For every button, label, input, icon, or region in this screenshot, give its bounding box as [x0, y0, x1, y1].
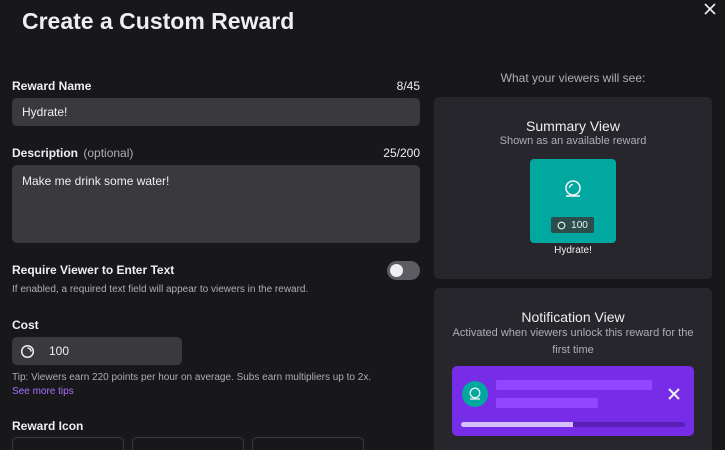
- cost-label: Cost: [12, 318, 39, 332]
- icon-upload-slot[interactable]: [252, 437, 364, 450]
- reward-name-counter: 8/45: [396, 79, 420, 93]
- summary-view-subtitle: Shown as an available reward: [499, 135, 647, 147]
- channel-points-icon: [557, 221, 566, 229]
- description-textarea[interactable]: Make me drink some water!: [12, 165, 420, 243]
- close-button[interactable]: [703, 2, 717, 16]
- reward-name-label: Reward Name: [12, 79, 92, 93]
- require-text-help: If enabled, a required text field will a…: [12, 284, 309, 295]
- description-label: Description (optional): [12, 146, 134, 160]
- notification-placeholder-line: [496, 380, 652, 390]
- close-icon: [704, 3, 716, 15]
- notification-view-title: Notification View: [521, 309, 625, 325]
- require-text-toggle[interactable]: [387, 261, 420, 280]
- cost-value: 100: [49, 344, 70, 358]
- optional-label: (optional): [83, 146, 134, 160]
- description-counter: 25/200: [383, 146, 420, 160]
- summary-view-panel: Summary View Shown as an available rewar…: [434, 97, 712, 279]
- see-more-tips-link[interactable]: See more tips: [12, 386, 74, 397]
- description-label-row: Description (optional) 25/200: [12, 146, 420, 160]
- reward-icon-label: Reward Icon: [12, 419, 84, 433]
- notification-progress-bar: [461, 422, 685, 427]
- water-drop-icon: [565, 180, 581, 197]
- reward-name-input[interactable]: Hydrate!: [12, 98, 420, 126]
- reward-avatar: [462, 381, 488, 407]
- notification-view-panel: Notification View Activated when viewers…: [434, 288, 712, 450]
- require-text-label: Require Viewer to Enter Text: [12, 263, 175, 277]
- reward-tile: 100: [530, 159, 616, 243]
- icon-upload-slot[interactable]: [132, 437, 244, 450]
- dialog-title: Create a Custom Reward: [22, 8, 295, 34]
- reward-tile-name: Hydrate!: [554, 245, 592, 256]
- notification-card: [452, 366, 694, 436]
- water-drop-icon: [469, 387, 481, 400]
- channel-points-icon: [20, 344, 35, 359]
- summary-view-title: Summary View: [526, 118, 620, 134]
- cost-input[interactable]: 100: [12, 337, 182, 365]
- notification-view-subtitle: Activated when viewers unlock this rewar…: [452, 327, 694, 356]
- icon-upload-slot[interactable]: [12, 437, 124, 450]
- toggle-knob: [390, 264, 403, 277]
- notification-close-icon[interactable]: [668, 387, 680, 400]
- notification-placeholder-line: [496, 398, 598, 408]
- reward-name-label-row: Reward Name 8/45: [12, 79, 420, 93]
- preview-heading: What your viewers will see:: [500, 71, 646, 85]
- cost-tip: Tip: Viewers earn 220 points per hour on…: [12, 372, 372, 383]
- notification-progress-fill: [461, 422, 573, 427]
- reward-tile-cost: 100: [551, 217, 594, 233]
